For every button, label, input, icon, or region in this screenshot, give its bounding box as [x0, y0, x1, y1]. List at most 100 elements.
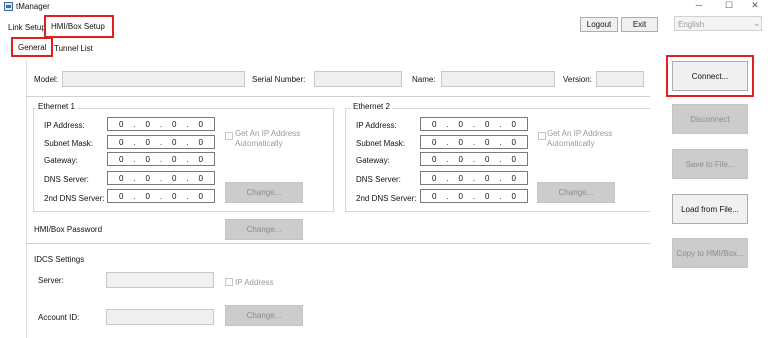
idcs-account-field[interactable]: [106, 309, 214, 325]
eth2-dns-field[interactable]: 0. 0. 0. 0: [420, 171, 528, 185]
eth2-ip-label: IP Address:: [356, 121, 397, 130]
save-to-file-button[interactable]: Save to File...: [672, 149, 748, 179]
eth2-ip-field[interactable]: 0. 0. 0. 0: [420, 117, 528, 131]
ethernet1-title: Ethernet 1: [36, 102, 77, 111]
octet: 0: [431, 119, 437, 129]
idcs-ip-address-checkbox[interactable]: [225, 278, 233, 286]
octet: 0: [172, 173, 177, 183]
octet: 0: [511, 119, 516, 129]
dot: .: [186, 137, 189, 147]
eth2-subnet-field[interactable]: 0. 0. 0. 0: [420, 135, 528, 149]
app-icon: [4, 2, 13, 11]
copy-to-hmi-box-button[interactable]: Copy to HMI/Box...: [672, 238, 748, 268]
language-value: English: [678, 20, 705, 29]
eth2-auto-ip-label-1: Get An IP Address: [547, 129, 613, 138]
eth1-gateway-label: Gateway:: [44, 156, 78, 165]
dot: .: [186, 173, 189, 183]
eth1-ip-field[interactable]: 0. 0. 0. 0: [107, 117, 215, 131]
octet: 0: [172, 137, 177, 147]
dot: .: [133, 191, 136, 201]
password-change-button[interactable]: Change...: [225, 219, 303, 240]
load-from-file-button[interactable]: Load from File...: [672, 194, 748, 224]
serial-number-field[interactable]: [314, 71, 402, 87]
chevron-down-icon: ⌄: [753, 18, 761, 28]
dot: .: [499, 154, 502, 164]
octet: 0: [431, 137, 437, 147]
serial-number-label: Serial Number:: [252, 75, 306, 84]
tab-tunnel-list[interactable]: Tunnel List: [54, 44, 93, 53]
octet: 0: [172, 191, 177, 201]
eth2-dns2-field[interactable]: 0. 0. 0. 0: [420, 189, 528, 203]
eth1-dns2-label: 2nd DNS Server:: [44, 194, 105, 203]
eth1-dns2-field[interactable]: 0. 0. 0. 0: [107, 189, 215, 203]
tab-general[interactable]: General: [18, 43, 46, 52]
eth2-change-button[interactable]: Change...: [537, 182, 615, 203]
eth1-dns-field[interactable]: 0. 0. 0. 0: [107, 171, 215, 185]
octet: 0: [511, 137, 516, 147]
octet: 0: [172, 119, 177, 129]
idcs-account-label: Account ID:: [38, 313, 80, 322]
octet: 0: [198, 119, 203, 129]
eth1-auto-ip-checkbox[interactable]: [225, 132, 233, 140]
password-label: HMI/Box Password: [34, 225, 103, 234]
dot: .: [499, 191, 502, 201]
minimize-icon[interactable]: ─: [688, 0, 710, 12]
logout-button[interactable]: Logout: [580, 17, 618, 32]
octet: 0: [118, 154, 124, 164]
disconnect-button[interactable]: Disconnect: [672, 104, 748, 134]
dot: .: [472, 154, 476, 164]
connect-button-highlight: [666, 55, 754, 97]
version-field[interactable]: [596, 71, 644, 87]
eth2-subnet-label: Subnet Mask:: [356, 139, 405, 148]
octet: 0: [458, 154, 463, 164]
dot: .: [446, 154, 449, 164]
dot: .: [446, 137, 449, 147]
dot: .: [159, 137, 163, 147]
tab-link-setup[interactable]: Link Setup: [8, 23, 46, 32]
dot: .: [133, 119, 136, 129]
title-bar: [0, 0, 768, 14]
maximize-icon[interactable]: ☐: [718, 0, 740, 12]
octet: 0: [145, 119, 150, 129]
dot: .: [499, 137, 502, 147]
octet: 0: [458, 173, 463, 183]
name-field[interactable]: [441, 71, 555, 87]
octet: 0: [198, 154, 203, 164]
eth1-auto-ip-label-1: Get An IP Address: [235, 129, 301, 138]
octet: 0: [431, 154, 437, 164]
eth2-auto-ip-checkbox[interactable]: [538, 132, 546, 140]
eth1-change-button[interactable]: Change...: [225, 182, 303, 203]
octet: 0: [458, 191, 463, 201]
octet: 0: [485, 173, 490, 183]
octet: 0: [145, 173, 150, 183]
language-select[interactable]: English ⌄: [674, 16, 762, 31]
eth1-subnet-field[interactable]: 0. 0. 0. 0: [107, 135, 215, 149]
eth1-dns-label: DNS Server:: [44, 175, 89, 184]
eth2-gateway-label: Gateway:: [356, 156, 390, 165]
idcs-change-button[interactable]: Change...: [225, 305, 303, 326]
dot: .: [133, 154, 136, 164]
close-icon[interactable]: ✕: [744, 0, 766, 12]
octet: 0: [198, 137, 203, 147]
octet: 0: [118, 137, 124, 147]
dot: .: [446, 119, 449, 129]
tab-hmi-box-setup[interactable]: HMI/Box Setup: [51, 22, 105, 31]
octet: 0: [511, 191, 516, 201]
eth2-gateway-field[interactable]: 0. 0. 0. 0: [420, 152, 528, 166]
dot: .: [446, 173, 449, 183]
dot: .: [472, 119, 476, 129]
eth1-ip-label: IP Address:: [44, 121, 85, 130]
divider: [26, 96, 650, 97]
octet: 0: [511, 173, 516, 183]
octet: 0: [118, 173, 124, 183]
dot: .: [499, 119, 502, 129]
model-field[interactable]: [62, 71, 245, 87]
octet: 0: [198, 173, 203, 183]
exit-button[interactable]: Exit: [621, 17, 658, 32]
version-label: Version:: [563, 75, 592, 84]
eth2-auto-ip-label-2: Automatically: [547, 139, 595, 148]
eth1-gateway-field[interactable]: 0. 0. 0. 0: [107, 152, 215, 166]
idcs-server-field[interactable]: [106, 272, 214, 288]
dot: .: [499, 173, 502, 183]
dot: .: [186, 154, 189, 164]
